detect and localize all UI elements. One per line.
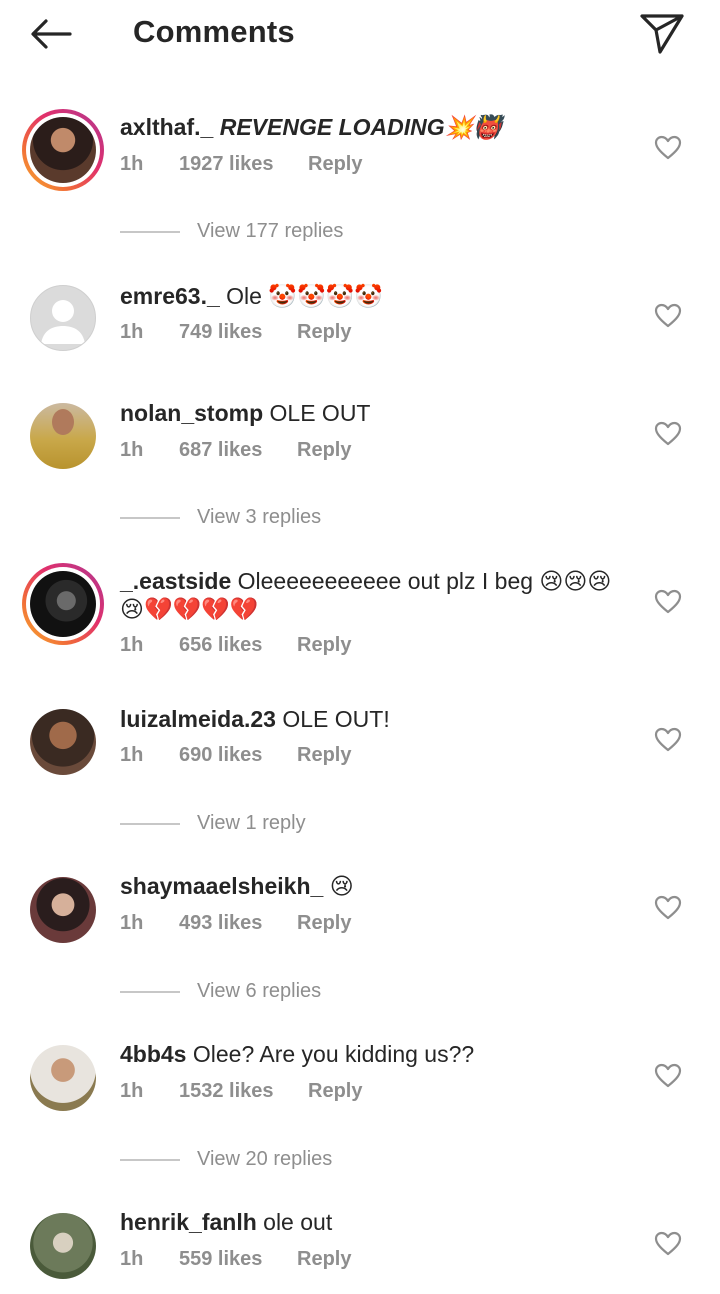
- divider: [120, 822, 180, 825]
- comment-likes[interactable]: 687 likes: [179, 439, 262, 462]
- send-icon: [640, 14, 684, 54]
- reply-button[interactable]: Reply: [297, 321, 351, 344]
- comment-username[interactable]: luizalmeida.23: [120, 706, 276, 732]
- default-avatar-icon: [41, 300, 85, 344]
- divider: [120, 230, 180, 233]
- view-replies-label: View 20 replies: [197, 1148, 333, 1170]
- share-button[interactable]: [636, 8, 688, 56]
- divider: [120, 990, 180, 993]
- comment-username[interactable]: henrik_fanlh: [120, 1209, 257, 1235]
- comment-text: Oleeeeeeeeeee out plz I beg 😢😢😢: [237, 568, 612, 594]
- avatar[interactable]: [30, 1045, 96, 1111]
- comment-time: 1h: [120, 744, 144, 766]
- reply-button[interactable]: Reply: [297, 439, 351, 462]
- avatar[interactable]: [30, 709, 96, 775]
- view-replies-label: View 3 replies: [197, 506, 322, 528]
- reply-button[interactable]: Reply: [297, 912, 351, 935]
- reply-button[interactable]: Reply: [308, 1080, 362, 1103]
- comment-likes[interactable]: 656 likes: [179, 634, 262, 657]
- comment-text-continued: 😢💔💔💔💔: [120, 596, 259, 622]
- comment-time: 1h: [120, 634, 144, 656]
- comment-time: 1h: [120, 912, 144, 934]
- reply-button[interactable]: Reply: [308, 153, 362, 176]
- comment-username[interactable]: shaymaaelsheikh_: [120, 873, 323, 899]
- view-replies-label: View 6 replies: [197, 980, 322, 1002]
- comment-text: 😢: [329, 873, 354, 899]
- reply-button[interactable]: Reply: [297, 1248, 351, 1271]
- comment-text: REVENGE LOADING💥👹: [219, 114, 502, 140]
- comment-text: OLE OUT: [269, 400, 371, 426]
- comment-likes[interactable]: 559 likes: [179, 1248, 262, 1271]
- comment-text: Ole 🤡🤡🤡🤡: [226, 283, 383, 309]
- avatar[interactable]: [30, 403, 96, 469]
- comment-likes[interactable]: 690 likes: [179, 744, 262, 767]
- heart-icon[interactable]: [654, 421, 682, 447]
- avatar[interactable]: [22, 109, 104, 191]
- view-replies-link[interactable]: View 177 replies: [120, 220, 343, 243]
- avatar[interactable]: [30, 877, 96, 943]
- comment-likes[interactable]: 749 likes: [179, 321, 262, 344]
- avatar[interactable]: [30, 285, 96, 351]
- reply-button[interactable]: Reply: [297, 744, 351, 767]
- heart-icon[interactable]: [654, 1231, 682, 1257]
- view-replies-label: View 177 replies: [197, 220, 344, 242]
- view-replies-label: View 1 reply: [197, 812, 306, 834]
- comment-time: 1h: [120, 321, 144, 343]
- comment-time: 1h: [120, 439, 144, 461]
- comment-time: 1h: [120, 153, 144, 175]
- header-bar: Comments: [0, 0, 720, 66]
- avatar[interactable]: [30, 1213, 96, 1279]
- view-replies-link[interactable]: View 3 replies: [120, 506, 321, 529]
- heart-icon[interactable]: [654, 135, 682, 161]
- divider: [120, 516, 180, 519]
- back-arrow-icon: [31, 19, 72, 49]
- divider: [120, 1158, 180, 1161]
- comment-likes[interactable]: 493 likes: [179, 912, 262, 935]
- page-title: Comments: [133, 14, 295, 49]
- comment-likes[interactable]: 1532 likes: [179, 1080, 274, 1103]
- view-replies-link[interactable]: View 1 reply: [120, 812, 306, 835]
- comment-username[interactable]: _.eastside: [120, 568, 231, 594]
- heart-icon[interactable]: [654, 727, 682, 753]
- comment-text: ole out: [263, 1209, 333, 1235]
- view-replies-link[interactable]: View 20 replies: [120, 1148, 332, 1171]
- back-button[interactable]: [26, 12, 76, 56]
- comment-time: 1h: [120, 1080, 144, 1102]
- heart-icon[interactable]: [654, 303, 682, 329]
- comment-username[interactable]: emre63._: [120, 283, 220, 309]
- comment-username[interactable]: nolan_stomp: [120, 400, 263, 426]
- view-replies-link[interactable]: View 6 replies: [120, 980, 321, 1003]
- comment-likes[interactable]: 1927 likes: [179, 153, 274, 176]
- heart-icon[interactable]: [654, 1063, 682, 1089]
- comment-username[interactable]: 4bb4s: [120, 1041, 186, 1067]
- comment-time: 1h: [120, 1248, 144, 1270]
- heart-icon[interactable]: [654, 589, 682, 615]
- reply-button[interactable]: Reply: [297, 634, 351, 657]
- avatar[interactable]: [22, 563, 104, 645]
- heart-icon[interactable]: [654, 895, 682, 921]
- comment-username[interactable]: axlthaf._: [120, 114, 213, 140]
- comment-text: OLE OUT!: [282, 706, 390, 732]
- comment-text: Olee? Are you kidding us??: [192, 1041, 475, 1067]
